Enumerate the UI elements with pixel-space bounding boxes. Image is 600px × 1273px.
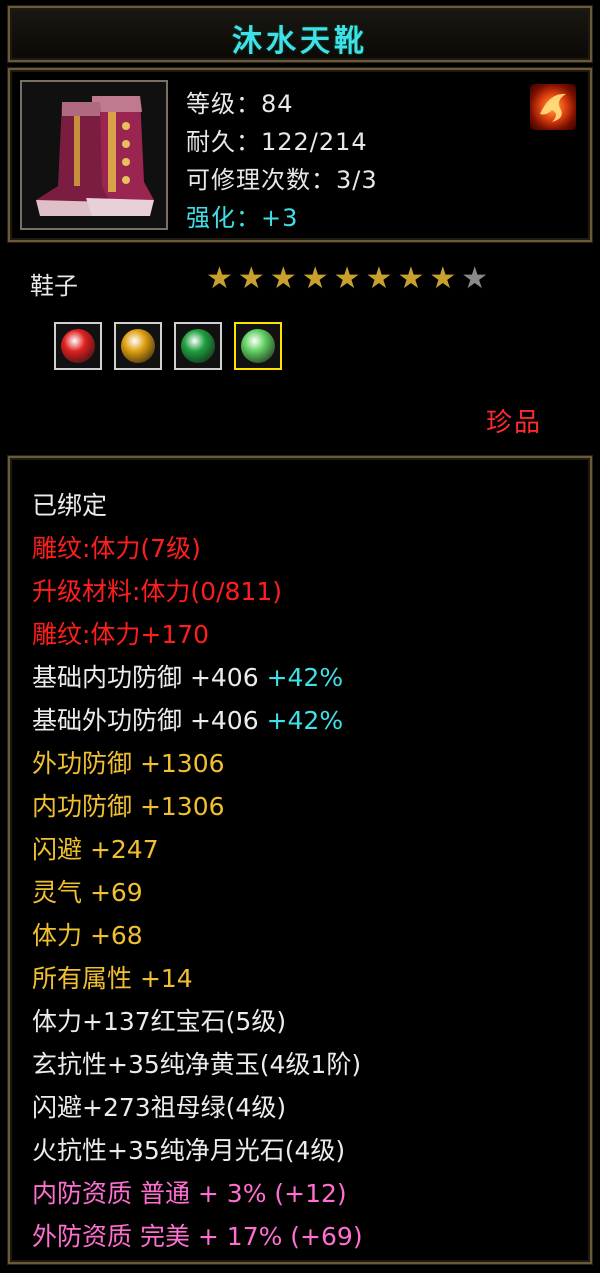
star-filled-icon: ★: [397, 261, 425, 296]
star-filled-icon: ★: [365, 261, 393, 296]
base-inner-defense: 基础内功防御 +406 +42%: [32, 663, 344, 692]
item-repair-count: 可修理次数：3/3: [186, 166, 378, 194]
stamina: 体力 +68: [32, 921, 143, 950]
moonstone-icon[interactable]: [234, 322, 282, 370]
star-filled-icon: ★: [269, 261, 297, 296]
star-filled-icon: ★: [237, 261, 265, 296]
spirit: 灵气 +69: [32, 878, 143, 907]
outer-defense: 外功防御 +1306: [32, 749, 225, 778]
base-outer-defense: 基础外功防御 +406 +42%: [32, 706, 344, 735]
item-durability: 耐久：122/214: [186, 128, 368, 156]
star-filled-icon: ★: [206, 261, 233, 296]
inner-defense-quality: 内防资质 普通 + 3% (+12): [32, 1179, 347, 1208]
gem-bonus-1: 体力+137红宝石(5级): [32, 1007, 287, 1036]
item-level: 等级：84: [186, 90, 294, 118]
ruby-icon[interactable]: [54, 322, 102, 370]
outer-defense-quality: 外防资质 完美 + 17% (+69): [32, 1222, 363, 1251]
star-empty-icon: ★: [461, 261, 489, 296]
emerald-icon[interactable]: [174, 322, 222, 370]
gem-bonus-4: 火抗性+35纯净月光石(4级): [32, 1136, 346, 1165]
item-name: 沐水天靴: [232, 24, 368, 59]
boots-icon[interactable]: [20, 80, 168, 230]
gem-bonus-2: 玄抗性+35纯净黄玉(4级1阶): [32, 1050, 362, 1079]
carve-level: 雕纹:体力(7级): [32, 534, 201, 563]
gem-slots: [54, 322, 282, 370]
star-rating: ★ ★ ★ ★ ★ ★ ★ ★ ★: [206, 262, 488, 296]
yellow-jade-icon[interactable]: [114, 322, 162, 370]
bound-status: 已绑定: [32, 491, 108, 520]
attribute-list: 已绑定 雕纹:体力(7级) 升级材料:体力(0/811) 雕纹:体力+170 基…: [32, 484, 363, 1258]
gem-bonus-3: 闪避+273祖母绿(4级): [32, 1093, 287, 1122]
fire-emblem-icon: [530, 84, 576, 130]
carve-bonus: 雕纹:体力+170: [32, 620, 210, 649]
star-filled-icon: ★: [429, 261, 457, 296]
rarity-label: 珍品: [486, 408, 543, 438]
dodge: 闪避 +247: [32, 835, 159, 864]
all-attributes: 所有属性 +14: [32, 964, 193, 993]
item-type: 鞋子: [30, 272, 78, 300]
item-enhance: 强化：+3: [186, 204, 299, 232]
inner-defense: 内功防御 +1306: [32, 792, 225, 821]
star-filled-icon: ★: [301, 261, 329, 296]
upgrade-material: 升级材料:体力(0/811): [32, 577, 282, 606]
star-filled-icon: ★: [333, 261, 361, 296]
title-bar: 沐水天靴: [8, 6, 592, 62]
